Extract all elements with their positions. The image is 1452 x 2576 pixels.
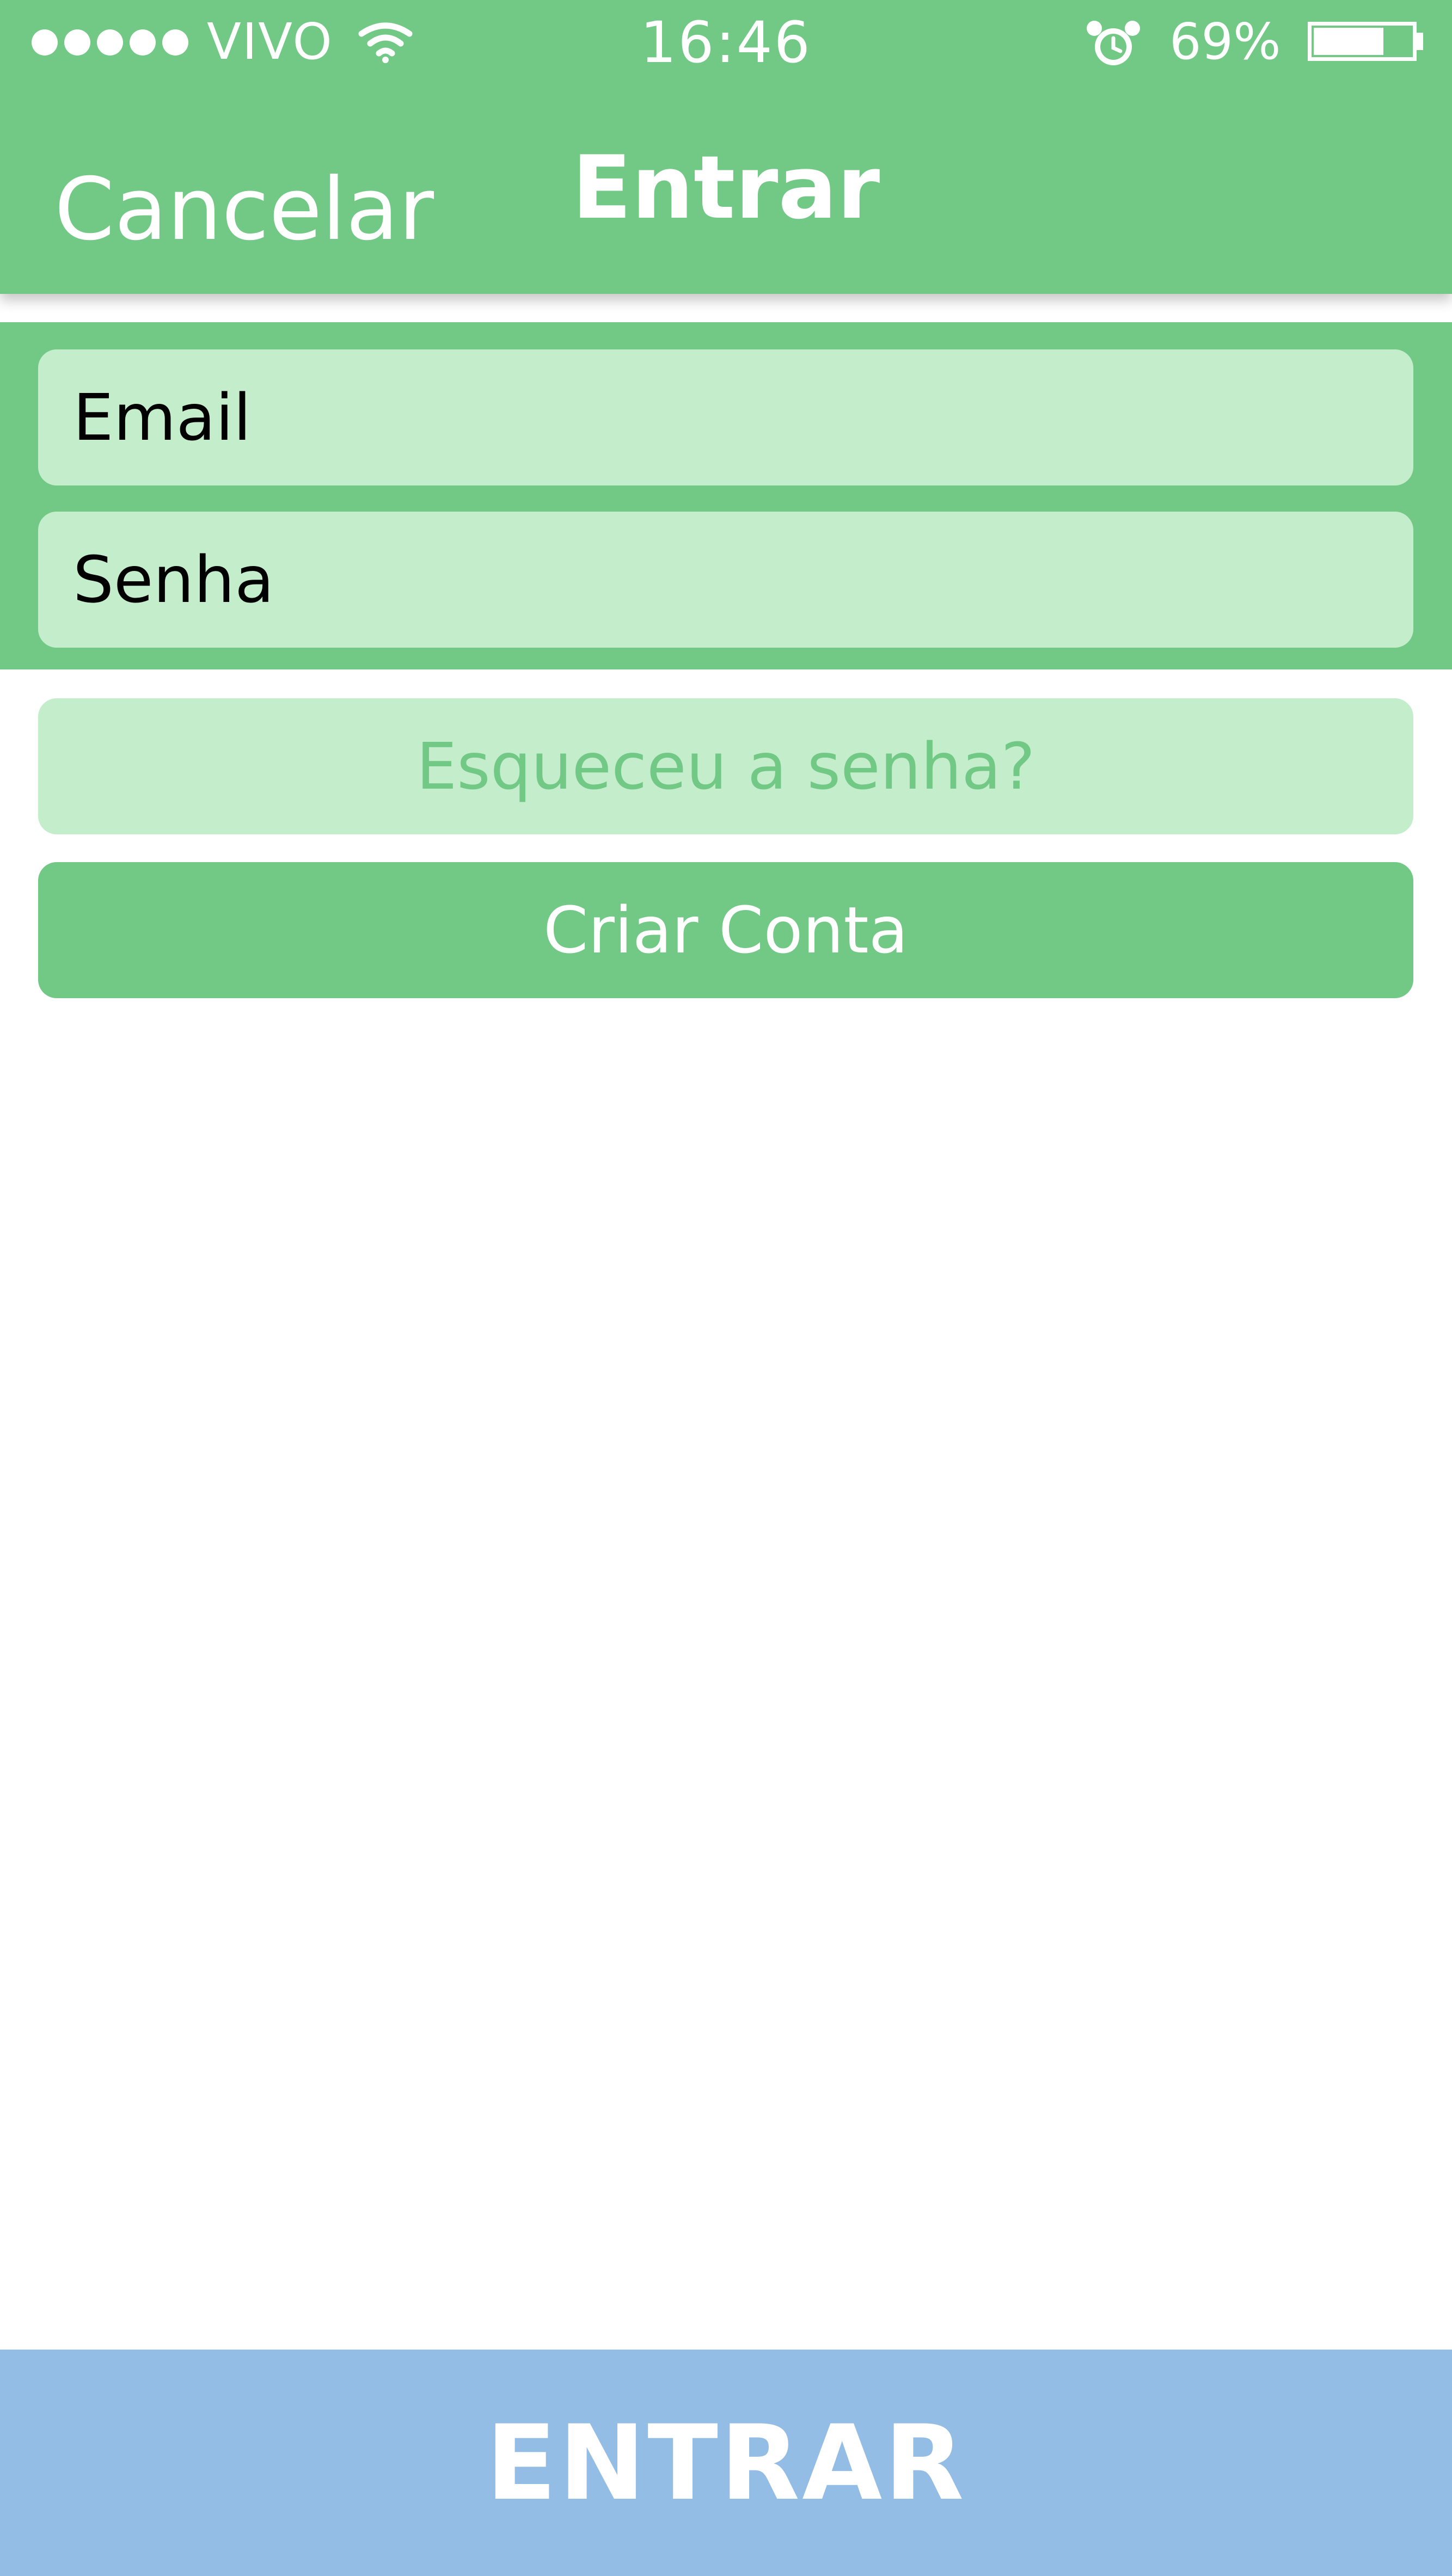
- header: VIVO 16:46 69% Cancelar Entrar: [0, 0, 1452, 294]
- password-field[interactable]: [38, 512, 1413, 648]
- page-title: Entrar: [572, 137, 880, 238]
- login-screen: VIVO 16:46 69% Cancelar Entrar Email Esq…: [0, 0, 1452, 2576]
- battery-level: [1314, 28, 1384, 55]
- create-account-button[interactable]: Criar Conta: [38, 862, 1413, 998]
- email-field[interactable]: [38, 349, 1413, 485]
- alarm-clock-icon: [1087, 21, 1140, 65]
- forgot-password-button[interactable]: Esqueceu a senha?: [38, 698, 1413, 834]
- status-bar: VIVO 16:46 69%: [0, 0, 1452, 87]
- login-form: [0, 322, 1452, 669]
- battery-tip: [1416, 33, 1423, 50]
- enter-button[interactable]: ENTRAR: [0, 2350, 1452, 2576]
- battery-percent: 69%: [1169, 13, 1281, 71]
- battery-icon: [1308, 22, 1417, 61]
